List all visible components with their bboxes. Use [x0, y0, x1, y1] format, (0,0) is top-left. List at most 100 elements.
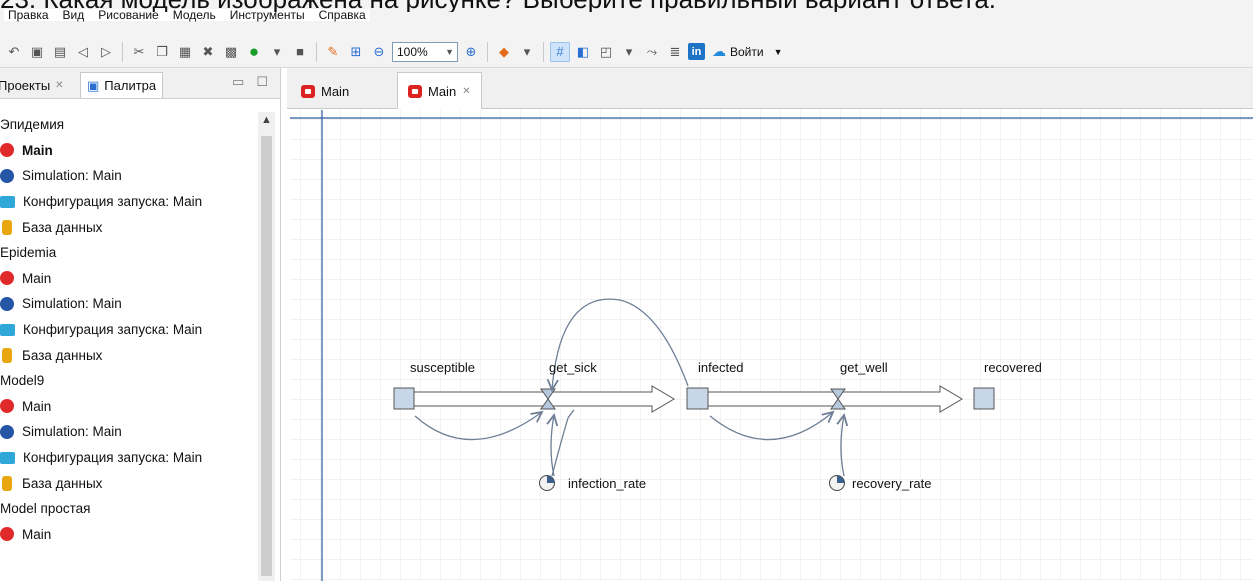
tree-item-label: База данных — [22, 219, 103, 235]
label-get-well: get_well — [840, 360, 888, 375]
run-config-icon — [0, 451, 15, 464]
build-icon[interactable]: ▩ — [221, 41, 241, 63]
undo-icon[interactable]: ↶ — [4, 41, 24, 63]
zoom-out-icon[interactable]: ⊖ — [369, 41, 389, 63]
tree-item[interactable]: Конфигурация запуска: Main — [0, 317, 258, 343]
tree-item-label: Main — [22, 142, 53, 158]
stop-icon[interactable]: ■ — [290, 41, 310, 63]
agent-icon — [0, 399, 14, 414]
tab-projects[interactable]: Проекты ✕ — [0, 72, 70, 98]
tab-palette-label: Палитра — [104, 78, 157, 93]
close-icon[interactable]: ✕ — [55, 80, 63, 91]
connector-icon[interactable]: ⤳ — [642, 41, 662, 63]
paste-icon[interactable]: ▦ — [175, 41, 195, 63]
tree-item-label: Simulation: Main — [22, 296, 122, 312]
zoom-to-fit-icon[interactable]: ⊞ — [346, 41, 366, 63]
run-icon[interactable]: ● — [244, 41, 264, 63]
save-icon[interactable]: ▣ — [27, 41, 47, 63]
projects-panel: Проекты ✕ ▣ Палитра ▭ ☐ Эпидемия Main Simu… — [0, 68, 281, 581]
simulation-icon — [0, 168, 14, 183]
tree-item[interactable]: Main — [0, 394, 258, 420]
login-button[interactable]: ☁ Войти ▼ — [712, 43, 783, 60]
tree-item-label: Конфигурация запуска: Main — [23, 322, 203, 338]
parameter-icon-infection-rate — [539, 475, 555, 491]
paint-icon[interactable]: ◆ — [494, 41, 514, 63]
save-all-icon[interactable]: ▤ — [50, 41, 70, 63]
grid-toggle-icon[interactable]: # — [550, 41, 570, 62]
stock-susceptible — [393, 387, 415, 410]
database-icon — [2, 347, 12, 363]
shape-dropdown-icon[interactable]: ▾ — [619, 41, 639, 63]
database-icon — [2, 219, 12, 235]
tree-item[interactable]: Simulation: Main — [0, 419, 258, 445]
editor-tab-main-2[interactable]: Main ✕ — [397, 72, 482, 109]
model-canvas[interactable]: susceptible get_sick infected get_well r… — [290, 110, 1253, 581]
agent-icon — [0, 527, 14, 542]
layers-icon[interactable]: ◧ — [573, 41, 593, 63]
tree-item[interactable]: Конфигурация запуска: Main — [0, 445, 258, 471]
tree-item[interactable]: Model простая — [0, 496, 258, 522]
tree-item[interactable]: База данных — [0, 470, 258, 496]
editor-tab-label: Main — [321, 83, 350, 99]
simulation-icon — [0, 296, 14, 311]
tree-item[interactable]: Epidemia — [0, 240, 258, 266]
chevron-down-icon: ▼ — [773, 46, 783, 57]
back-icon[interactable]: ◁ — [73, 41, 93, 63]
stock-recovered — [973, 387, 995, 410]
minimize-icon[interactable]: ▭ — [232, 74, 244, 90]
agent-icon — [301, 84, 315, 98]
tree-item[interactable]: Simulation: Main — [0, 291, 258, 317]
tree-item[interactable]: Simulation: Main — [0, 163, 258, 189]
cloud-icon: ☁ — [712, 43, 726, 59]
agent-icon — [408, 84, 422, 98]
maximize-icon[interactable]: ☐ — [256, 74, 268, 90]
scrollbar-thumb[interactable] — [261, 136, 272, 576]
tree-item-label: Epidemia — [0, 245, 57, 261]
tree-item[interactable]: База данных — [0, 342, 258, 368]
library-icon[interactable]: ≣ — [665, 41, 685, 63]
database-icon — [2, 475, 12, 491]
scroll-up-icon[interactable]: ▲ — [261, 114, 272, 126]
toolbar-separator — [543, 41, 544, 62]
copy-icon[interactable]: ❐ — [152, 41, 172, 63]
tree-item-label: Model простая — [0, 501, 91, 517]
question-text: 23. Какая модель изображена на рисунке? … — [0, 0, 1253, 12]
linkedin-icon[interactable]: in — [688, 43, 705, 60]
shape-icon[interactable]: ◰ — [596, 41, 616, 63]
tree-item[interactable]: Конфигурация запуска: Main — [0, 189, 258, 215]
project-tree: Эпидемия Main Simulation: Main Конфигурация… — [0, 112, 258, 547]
close-icon[interactable]: ✕ — [462, 86, 470, 97]
tree-item[interactable]: Main — [0, 266, 258, 292]
label-recovery-rate: recovery_rate — [852, 476, 931, 491]
tab-palette[interactable]: ▣ Палитра — [80, 72, 164, 98]
tree-item-label: Конфигурация запуска: Main — [23, 450, 203, 466]
wand-icon[interactable]: ✎ — [323, 41, 343, 63]
tree-item[interactable]: Main — [0, 138, 258, 164]
tree-item-label: Main — [22, 398, 52, 414]
zoom-in-icon[interactable]: ⊕ — [461, 41, 481, 63]
cut-icon[interactable]: ✂ — [129, 41, 149, 63]
forward-icon[interactable]: ▷ — [96, 41, 116, 63]
editor-tabs: Main Main ✕ — [287, 68, 1253, 109]
paint-dropdown-icon[interactable]: ▾ — [517, 41, 537, 63]
toolbar-separator — [487, 41, 488, 62]
simulation-icon — [0, 424, 14, 439]
zoom-select[interactable]: 100% ▼ — [392, 41, 458, 62]
tab-projects-label: Проекты — [0, 77, 51, 93]
tree-item[interactable]: Model9 — [0, 368, 258, 394]
tree-item-label: Simulation: Main — [22, 424, 122, 440]
tree-item[interactable]: Эпидемия — [0, 112, 258, 138]
label-infected: infected — [698, 360, 744, 375]
label-infection-rate: infection_rate — [568, 476, 646, 491]
delete-icon[interactable]: ✖ — [198, 41, 218, 63]
tree-scrollbar[interactable]: ▲ — [258, 112, 275, 581]
tree-item[interactable]: Main — [0, 522, 258, 548]
editor-tab-main-1[interactable]: Main — [291, 74, 359, 108]
toolbar: ↶ ▣ ▤ ◁ ▷ ✂ ❐ ▦ ✖ ▩ ● ▾ ■ ✎ ⊞ ⊖ 100% ▼ ⊕… — [0, 36, 1253, 68]
tree-item[interactable]: База данных — [0, 214, 258, 240]
toolbar-separator — [316, 41, 317, 62]
tree-item-label: База данных — [22, 475, 103, 491]
panel-tabs: Проекты ✕ ▣ Палитра ▭ ☐ — [0, 68, 280, 99]
tree-item-label: Model9 — [0, 373, 45, 389]
run-dropdown-icon[interactable]: ▾ — [267, 41, 287, 63]
